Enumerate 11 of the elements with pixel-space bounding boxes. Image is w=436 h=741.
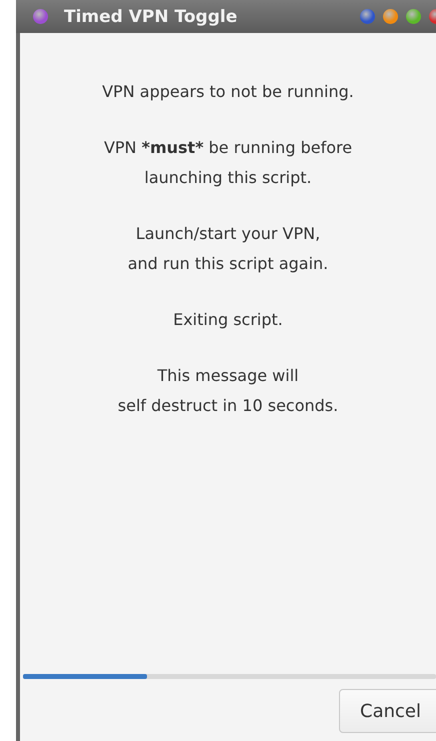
- shade-button[interactable]: [360, 9, 375, 24]
- message-text: Launch/start your VPN, and run this script again.: [128, 223, 328, 275]
- maximize-button[interactable]: [406, 9, 421, 24]
- minimize-button[interactable]: [383, 9, 398, 24]
- message-text: Exiting script.: [173, 309, 283, 331]
- window-title: Timed VPN Toggle: [64, 6, 238, 26]
- message-text: This message will self destruct in 10 seconds.: [118, 365, 338, 417]
- cancel-button[interactable]: Cancel: [339, 689, 436, 733]
- message-text: VPN appears to not be running.: [102, 81, 354, 103]
- window-menu-icon[interactable]: [33, 9, 48, 24]
- message-text: VPN *must* be running before launching this script.: [104, 137, 352, 189]
